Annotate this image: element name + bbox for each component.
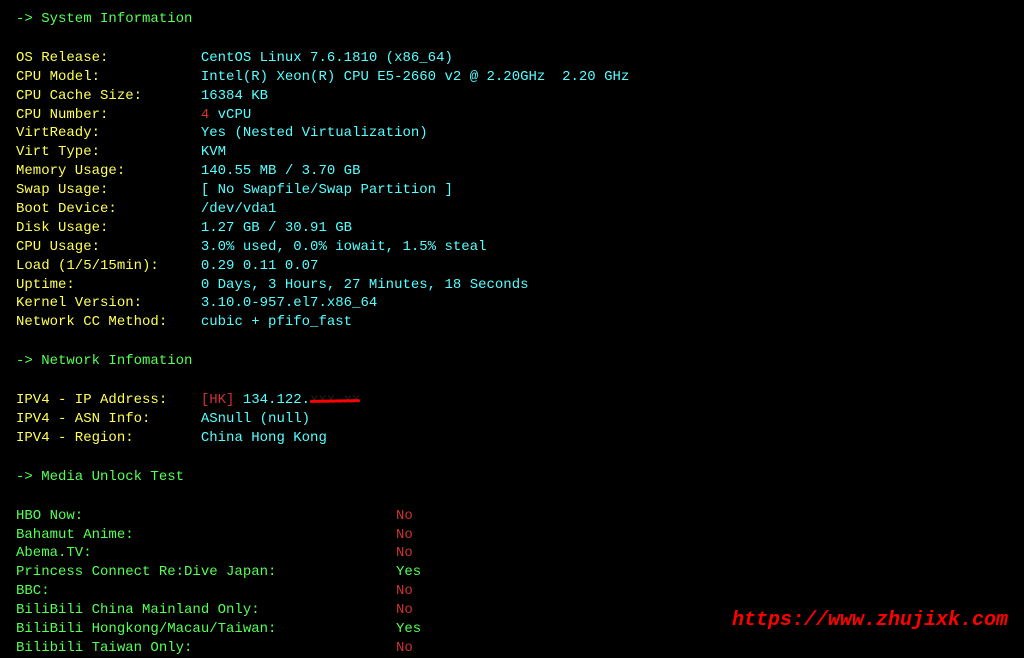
label-cpu-cache: CPU Cache Size:: [16, 88, 201, 104]
value-ip-tag: [HK]: [201, 392, 235, 408]
value-disk: 1.27 GB / 30.91 GB: [201, 220, 352, 236]
media-label: BBC:: [16, 582, 396, 601]
row-boot: Boot Device: /dev/vda1: [16, 200, 1008, 219]
row-kernel: Kernel Version: 3.10.0-957.el7.x86_64: [16, 294, 1008, 313]
label-ip-address: IPV4 - IP Address:: [16, 392, 201, 408]
value-kernel: 3.10.0-957.el7.x86_64: [201, 295, 377, 311]
value-cpu-model: Intel(R) Xeon(R) CPU E5-2660 v2 @ 2.20GH…: [201, 69, 629, 85]
media-label: Abema.TV:: [16, 544, 396, 563]
label-load: Load (1/5/15min):: [16, 258, 201, 274]
label-kernel: Kernel Version:: [16, 295, 201, 311]
label-cpu-model: CPU Model:: [16, 69, 201, 85]
media-label: BiliBili Hongkong/Macau/Taiwan:: [16, 620, 396, 639]
media-value: No: [396, 601, 413, 620]
row-cpu-number: CPU Number: 4 vCPU: [16, 106, 1008, 125]
label-cpu-number: CPU Number:: [16, 107, 201, 123]
media-row: BBC:No: [16, 582, 1008, 601]
value-cpu-unit: vCPU: [209, 107, 251, 123]
value-swap: [ No Swapfile/Swap Partition ]: [201, 182, 453, 198]
redaction-strike-icon: [310, 399, 360, 403]
label-asn: IPV4 - ASN Info:: [16, 411, 201, 427]
row-uptime: Uptime: 0 Days, 3 Hours, 27 Minutes, 18 …: [16, 276, 1008, 295]
row-virtready: VirtReady: Yes (Nested Virtualization): [16, 124, 1008, 143]
media-row: HBO Now:No: [16, 507, 1008, 526]
label-os-release: OS Release:: [16, 50, 201, 66]
ip-redacted: xxx.xx: [310, 391, 360, 410]
value-cpu-usage: 3.0% used, 0.0% iowait, 1.5% steal: [201, 239, 487, 255]
value-cpu-count: 4: [201, 107, 209, 123]
value-uptime: 0 Days, 3 Hours, 27 Minutes, 18 Seconds: [201, 277, 529, 293]
label-disk: Disk Usage:: [16, 220, 201, 236]
media-value: No: [396, 507, 413, 526]
label-uptime: Uptime:: [16, 277, 201, 293]
media-label: HBO Now:: [16, 507, 396, 526]
media-test-list: HBO Now:NoBahamut Anime:NoAbema.TV:NoPri…: [16, 507, 1008, 658]
value-os-release: CentOS Linux 7.6.1810 (x86_64): [201, 50, 453, 66]
value-virttype: KVM: [201, 144, 226, 160]
value-virtready: Yes (Nested Virtualization): [201, 125, 428, 141]
media-row: Abema.TV:No: [16, 544, 1008, 563]
media-label: Princess Connect Re:Dive Japan:: [16, 563, 396, 582]
row-memory: Memory Usage: 140.55 MB / 3.70 GB: [16, 162, 1008, 181]
row-swap: Swap Usage: [ No Swapfile/Swap Partition…: [16, 181, 1008, 200]
row-os-release: OS Release: CentOS Linux 7.6.1810 (x86_6…: [16, 49, 1008, 68]
media-row: Princess Connect Re:Dive Japan:Yes: [16, 563, 1008, 582]
value-boot: /dev/vda1: [201, 201, 277, 217]
media-label: BiliBili China Mainland Only:: [16, 601, 396, 620]
section-system-info: -> System Information: [16, 10, 1008, 29]
value-region: China Hong Kong: [201, 430, 327, 446]
value-cc-method: cubic + pfifo_fast: [201, 314, 352, 330]
media-label: Bahamut Anime:: [16, 526, 396, 545]
media-value: No: [396, 544, 413, 563]
row-load: Load (1/5/15min): 0.29 0.11 0.07: [16, 257, 1008, 276]
section-network-info: -> Network Infomation: [16, 352, 1008, 371]
row-virttype: Virt Type: KVM: [16, 143, 1008, 162]
media-value: Yes: [396, 563, 421, 582]
row-asn: IPV4 - ASN Info: ASnull (null): [16, 410, 1008, 429]
value-cpu-cache: 16384 KB: [201, 88, 268, 104]
section-media-unlock: -> Media Unlock Test: [16, 468, 1008, 487]
media-value: Yes: [396, 620, 421, 639]
media-row: Bahamut Anime:No: [16, 526, 1008, 545]
row-cpu-cache: CPU Cache Size: 16384 KB: [16, 87, 1008, 106]
label-memory: Memory Usage:: [16, 163, 201, 179]
row-disk: Disk Usage: 1.27 GB / 30.91 GB: [16, 219, 1008, 238]
value-memory: 140.55 MB / 3.70 GB: [201, 163, 361, 179]
row-region: IPV4 - Region: China Hong Kong: [16, 429, 1008, 448]
value-load: 0.29 0.11 0.07: [201, 258, 319, 274]
value-asn: ASnull (null): [201, 411, 310, 427]
label-swap: Swap Usage:: [16, 182, 201, 198]
label-virtready: VirtReady:: [16, 125, 201, 141]
label-cc-method: Network CC Method:: [16, 314, 201, 330]
media-value: No: [396, 526, 413, 545]
row-cpu-usage: CPU Usage: 3.0% used, 0.0% iowait, 1.5% …: [16, 238, 1008, 257]
row-cpu-model: CPU Model: Intel(R) Xeon(R) CPU E5-2660 …: [16, 68, 1008, 87]
watermark-url: https://www.zhujixk.com: [732, 607, 1008, 634]
value-ip-visible: 134.122.: [234, 392, 310, 408]
label-boot: Boot Device:: [16, 201, 201, 217]
label-virttype: Virt Type:: [16, 144, 201, 160]
row-cc-method: Network CC Method: cubic + pfifo_fast: [16, 313, 1008, 332]
label-region: IPV4 - Region:: [16, 430, 201, 446]
row-ip-address: IPV4 - IP Address: [HK] 134.122.xxx.xx: [16, 391, 1008, 410]
media-value: No: [396, 582, 413, 601]
label-cpu-usage: CPU Usage:: [16, 239, 201, 255]
